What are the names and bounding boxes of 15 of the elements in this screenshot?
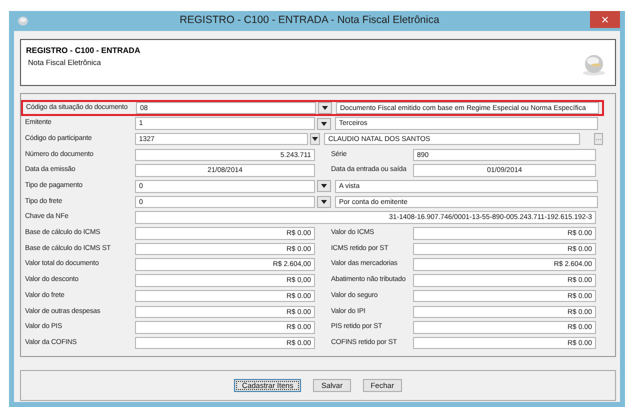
- close-button[interactable]: ×: [590, 11, 620, 28]
- caret-icon: [321, 122, 327, 126]
- caret-icon: [312, 137, 318, 142]
- window-title: REGISTRO - C100 - ENTRADA - Nota Fiscal Eletrônica: [178, 13, 440, 28]
- dropdown-button[interactable]: [317, 118, 331, 130]
- header-title: REGISTRO - C100 - ENTRADA: [26, 45, 140, 57]
- app-icon: [17, 16, 29, 26]
- caret-icon: [321, 200, 327, 204]
- dropdown-button[interactable]: [317, 180, 331, 192]
- caret-icon: [322, 106, 328, 110]
- dropdown-button[interactable]: [318, 102, 332, 114]
- globe-icon: [582, 53, 606, 77]
- caret-icon: [321, 184, 327, 188]
- dropdown-button[interactable]: [317, 196, 331, 208]
- dropdown-button[interactable]: [310, 133, 320, 146]
